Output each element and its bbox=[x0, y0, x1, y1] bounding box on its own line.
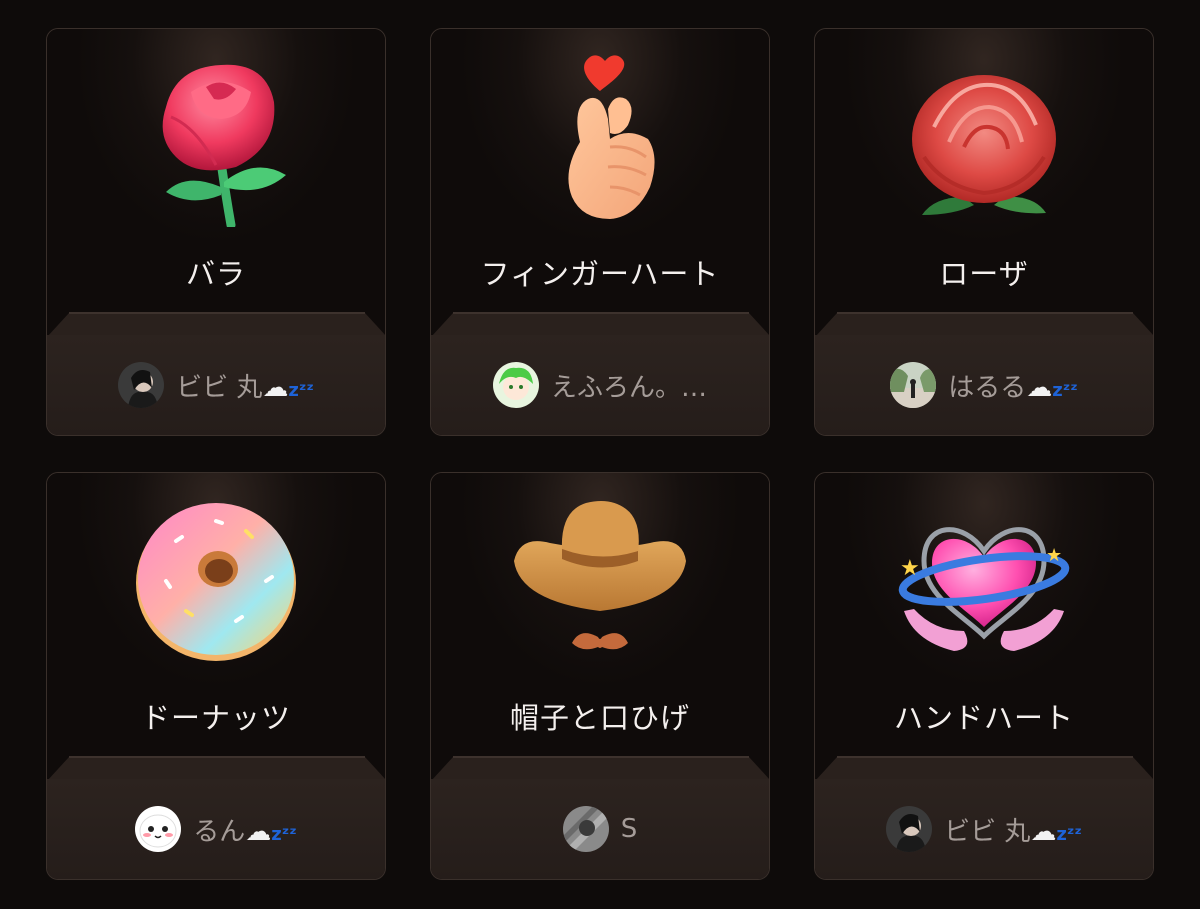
sender-row[interactable]: S bbox=[431, 779, 769, 879]
shelf bbox=[815, 755, 1153, 781]
sender-row[interactable]: ビビ 丸☁zᶻᶻ bbox=[47, 335, 385, 435]
avatar bbox=[135, 806, 182, 852]
donut-icon bbox=[136, 503, 296, 661]
shelf bbox=[431, 311, 769, 337]
gift-card-rosa[interactable]: ローザ はるる☁zᶻᶻ bbox=[814, 28, 1154, 436]
sender-name: ビビ 丸☁zᶻᶻ bbox=[944, 816, 1082, 847]
sender-row[interactable]: ビビ 丸☁zᶻᶻ bbox=[815, 779, 1153, 879]
avatar bbox=[118, 362, 165, 408]
sleep-icon: zᶻᶻ bbox=[271, 823, 297, 845]
sleep-icon: zᶻᶻ bbox=[1056, 823, 1082, 845]
cloud-icon: ☁ bbox=[1026, 372, 1053, 403]
gift-name: ハンドハート bbox=[893, 701, 1074, 735]
gift-name: 帽子と口ひげ bbox=[509, 701, 690, 735]
gift-name: バラ bbox=[185, 257, 246, 291]
shelf bbox=[47, 311, 385, 337]
avatar bbox=[886, 806, 933, 852]
gift-card-finger-heart[interactable]: フィンガーハート えふろん。… bbox=[430, 28, 770, 436]
sender-name: S bbox=[620, 814, 638, 844]
hand-heart-icon: ★ ★ bbox=[898, 527, 1070, 651]
gift-card-donut[interactable]: ドーナッツ るん☁zᶻᶻ bbox=[46, 472, 386, 880]
cloud-icon: ☁ bbox=[1030, 816, 1057, 847]
cloud-icon: ☁ bbox=[262, 372, 289, 403]
svg-text:★: ★ bbox=[1046, 545, 1062, 566]
hat-and-mustache-icon bbox=[514, 501, 686, 650]
gift-name: ドーナッツ bbox=[140, 701, 291, 735]
sender-name: るん☁zᶻᶻ bbox=[193, 816, 297, 847]
shelf bbox=[47, 755, 385, 781]
gift-card-hand-heart[interactable]: ★ ★ ハンドハート ビビ 丸☁zᶻᶻ bbox=[814, 472, 1154, 880]
rose-icon bbox=[162, 64, 286, 227]
finger-heart-icon bbox=[568, 55, 655, 219]
sender-name: ビビ 丸☁zᶻᶻ bbox=[176, 372, 314, 403]
avatar bbox=[562, 806, 609, 852]
svg-text:★: ★ bbox=[900, 556, 920, 581]
gift-card-rose[interactable]: バラ ビビ 丸☁zᶻᶻ bbox=[46, 28, 386, 436]
gift-name: フィンガーハート bbox=[480, 257, 720, 291]
sender-name: はるる☁zᶻᶻ bbox=[948, 372, 1078, 403]
sender-row[interactable]: えふろん。… bbox=[431, 335, 769, 435]
shelf bbox=[815, 311, 1153, 337]
gift-grid: バラ ビビ 丸☁zᶻᶻ フィンガーハート えふろん。… ローザ はるる☁zᶻᶻ … bbox=[0, 0, 1200, 909]
sleep-icon: zᶻᶻ bbox=[1052, 379, 1078, 401]
avatar bbox=[492, 362, 539, 408]
shelf bbox=[431, 755, 769, 781]
sender-row[interactable]: るん☁zᶻᶻ bbox=[47, 779, 385, 879]
gift-name: ローザ bbox=[939, 257, 1029, 291]
sender-row[interactable]: はるる☁zᶻᶻ bbox=[815, 335, 1153, 435]
sleep-icon: zᶻᶻ bbox=[288, 379, 314, 401]
cloud-icon: ☁ bbox=[245, 816, 272, 847]
realistic-rose-icon bbox=[912, 75, 1056, 215]
gift-card-hat-mustache[interactable]: 帽子と口ひげ S bbox=[430, 472, 770, 880]
avatar bbox=[890, 362, 937, 408]
sender-name: えふろん。… bbox=[550, 372, 707, 403]
